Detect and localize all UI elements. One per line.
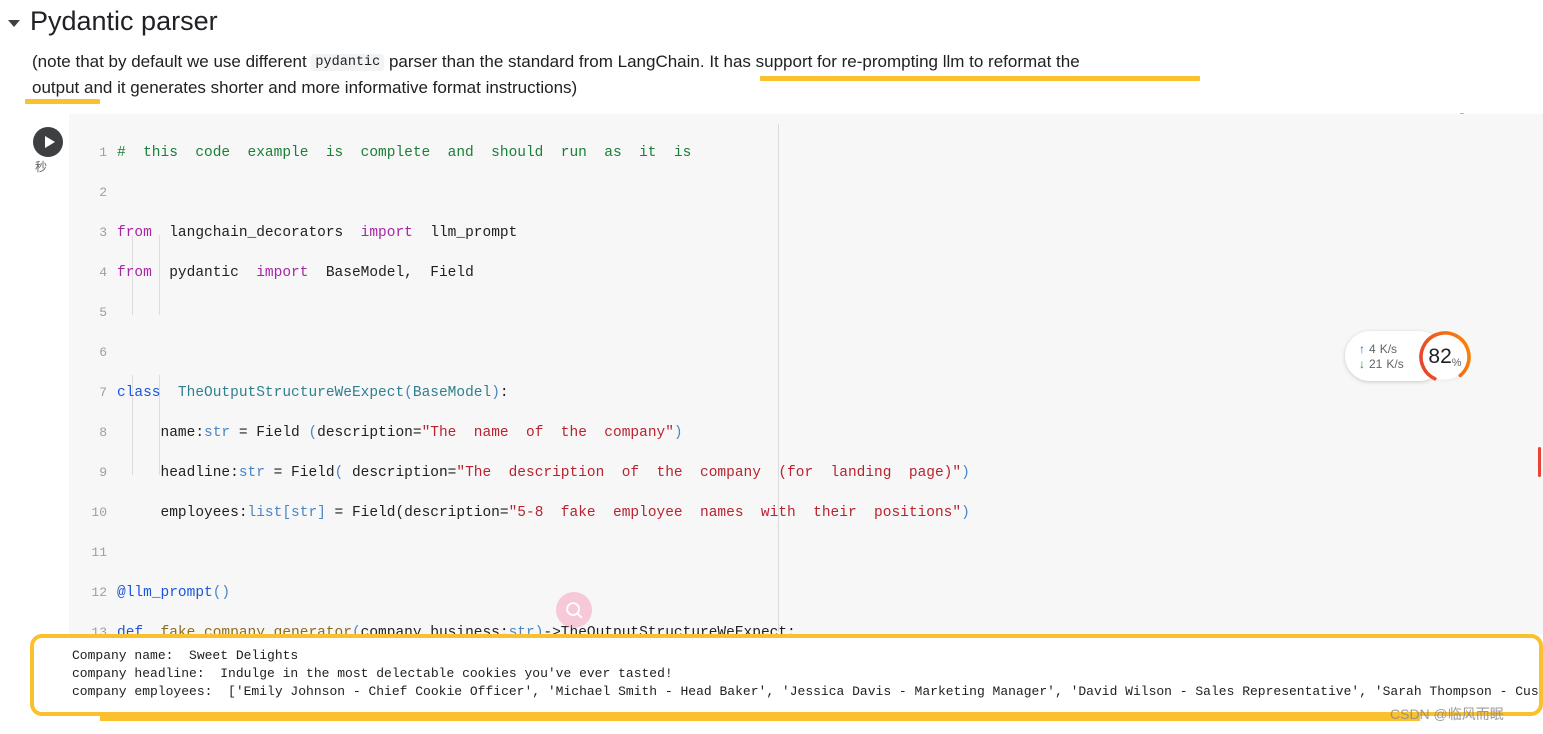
download-speed-unit: K/s xyxy=(1386,356,1404,371)
output-line-2: company headline: Indulge in the most de… xyxy=(72,666,673,681)
code-line: 13 def fake_company_generator(company_bus… xyxy=(69,623,1543,634)
code-line: 12 @llm_prompt() xyxy=(69,583,1543,603)
inline-code-pydantic: pydantic xyxy=(311,54,385,71)
code-cell: ✓ 9 秒 1# this code example is complete a… xyxy=(28,114,1543,634)
code-lines: 1 # this code example is complete and sho… xyxy=(69,123,1543,634)
search-icon[interactable] xyxy=(556,592,592,628)
output-line-1: Company name: Sweet Delights xyxy=(72,648,299,663)
run-cell-button[interactable] xyxy=(33,127,63,157)
section-heading[interactable]: Pydantic parser xyxy=(8,4,218,38)
arrow-down-icon: ↓ xyxy=(1359,356,1365,371)
prose-text-before: (note that by default we use different xyxy=(32,52,312,71)
highlight-bar-3 xyxy=(100,716,1420,721)
line-number: 10 xyxy=(91,505,107,520)
line-number: 6 xyxy=(99,345,107,360)
prose-line-1: (note that by default we use different p… xyxy=(32,49,1080,78)
arrow-up-icon: ↑ xyxy=(1359,341,1365,356)
line-number: 7 xyxy=(99,385,107,400)
line-number: 4 xyxy=(99,265,107,280)
network-speed-widget[interactable]: ↑ 4 K/s ↓ 21 K/s 82 % xyxy=(1345,330,1471,383)
gauge-percent-value: 82 xyxy=(1428,345,1452,368)
code-line: 11 xyxy=(69,543,1543,563)
prose-line-2: output and it generates shorter and more… xyxy=(32,78,578,97)
line-number: 11 xyxy=(91,545,107,560)
code-line: 8 name:str = Field (description="The nam… xyxy=(69,423,1543,443)
execution-duration-unit: 秒 xyxy=(34,160,47,174)
code-line: 9 headline:str = Field( description="The… xyxy=(69,463,1543,483)
upload-speed-row: ↑ 4 K/s xyxy=(1359,342,1404,356)
highlight-bar-1 xyxy=(760,76,1200,81)
line-number: 5 xyxy=(99,305,107,320)
prose-text-after: parser than the standard from LangChain.… xyxy=(384,52,1080,71)
gauge-percent-symbol: % xyxy=(1451,357,1462,369)
play-icon xyxy=(44,136,55,148)
line-number: 2 xyxy=(99,185,107,200)
line-number: 8 xyxy=(99,425,107,440)
cell-output: Company name: Sweet Delights company hea… xyxy=(30,634,1543,716)
csdn-watermark: CSDN @临风而眠 xyxy=(1390,706,1504,722)
code-editor[interactable]: 1 # this code example is complete and sho… xyxy=(69,114,1543,634)
code-line: 2 xyxy=(69,183,1543,203)
upload-speed-unit: K/s xyxy=(1379,341,1398,356)
code-line: 3 from langchain_decorators import llm_pr… xyxy=(69,223,1543,243)
upload-speed-value: 4 xyxy=(1369,341,1376,356)
download-speed-row: ↓ 21 K/s xyxy=(1359,357,1404,371)
cpu-usage-gauge: 82% xyxy=(1417,329,1473,385)
highlight-bar-2 xyxy=(25,99,100,104)
line-number: 12 xyxy=(91,585,107,600)
code-line: 6 xyxy=(69,343,1543,363)
line-number: 9 xyxy=(99,465,107,480)
triangle-down-icon[interactable] xyxy=(8,19,20,27)
code-line: 7 class TheOutputStructureWeExpect(BaseMo… xyxy=(69,383,1543,403)
output-line-3: company employees: ['Emily Johnson - Chi… xyxy=(72,684,1539,699)
code-line: 10 employees:list[str] = Field(descripti… xyxy=(69,503,1543,523)
line-number: 1 xyxy=(99,145,107,160)
line-number: 13 xyxy=(91,625,107,634)
download-speed-value: 21 xyxy=(1369,356,1383,371)
code-line: 1 # this code example is complete and sho… xyxy=(69,143,1543,163)
line-number: 3 xyxy=(99,225,107,240)
gauge-label: 82% xyxy=(1417,329,1473,385)
notebook-page: Pydantic parser (note that by default we… xyxy=(0,0,1543,734)
code-line: 5 xyxy=(69,303,1543,323)
code-line: 4 from pydantic import BaseModel, Field xyxy=(69,263,1543,283)
page-title: Pydantic parser xyxy=(30,6,218,36)
